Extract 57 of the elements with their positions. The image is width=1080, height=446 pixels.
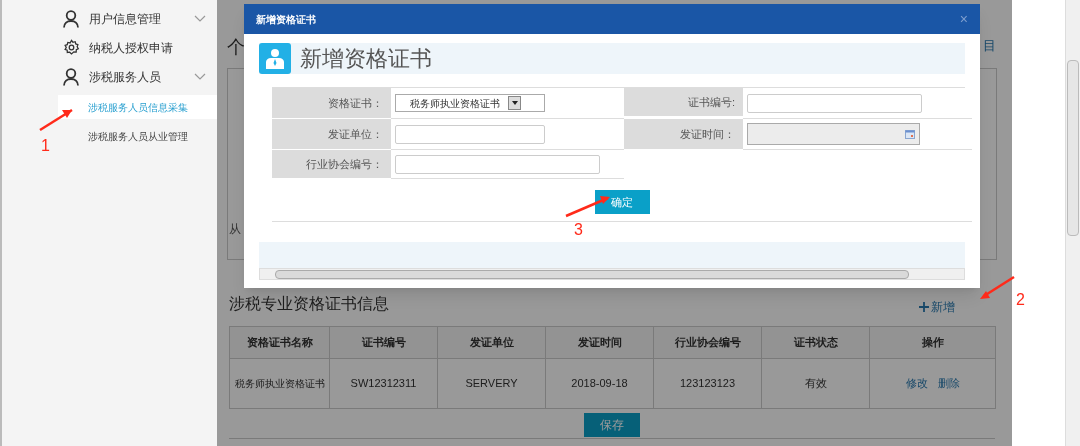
field-label: 发证单位： <box>328 126 383 142</box>
table-cell: SW12312311 <box>329 358 438 409</box>
chevron-down-icon[interactable] <box>194 15 206 22</box>
gear-icon <box>63 39 80 56</box>
caret-icon <box>511 101 518 105</box>
field-label: 从 <box>229 221 241 238</box>
sidebar-subitem[interactable]: 涉税服务人员信息采集 <box>58 95 217 119</box>
arrow-annotation <box>39 108 73 132</box>
scrollbar-thumb[interactable] <box>1067 60 1079 236</box>
action-link[interactable]: 修改 <box>905 375 928 392</box>
annotation-number: 3 <box>574 220 583 240</box>
input-field[interactable] <box>747 93 922 113</box>
sidebar-item[interactable]: 纳税人授权申请 <box>89 38 211 57</box>
column-header: 操作 <box>869 326 996 359</box>
select-field[interactable]: 税务师执业资格证书 <box>395 94 545 112</box>
column-header: 资格证书名称 <box>229 326 330 359</box>
section-heading: 个 <box>227 36 245 59</box>
person-icon <box>63 9 79 28</box>
sidebar-item[interactable]: 涉税服务人员 <box>89 67 194 86</box>
scrollbar[interactable] <box>1065 0 1080 446</box>
input-field[interactable] <box>395 154 600 174</box>
table-cell: SERVERY <box>437 358 546 409</box>
arrow-annotation <box>565 196 610 218</box>
user-badge-icon <box>259 43 291 74</box>
field-label: 资格证书： <box>328 95 383 111</box>
sidebar-subitem[interactable]: 涉税服务人员从业管理 <box>58 124 217 148</box>
chevron-down-icon[interactable] <box>194 73 206 80</box>
modal-title: 新增资格证书 <box>256 12 316 27</box>
action-link[interactable]: 删除 <box>937 375 960 392</box>
table-cell: 2018-09-18 <box>545 358 654 409</box>
sidebar-item[interactable]: 用户信息管理 <box>89 9 194 28</box>
table-cell: 税务师执业资格证书 <box>229 358 330 409</box>
input-field[interactable] <box>395 124 545 144</box>
close-button[interactable]: × <box>959 12 968 26</box>
table-cell: 有效 <box>761 358 870 409</box>
horizontal-scrollbar[interactable] <box>259 268 965 280</box>
column-header: 证书编号 <box>329 326 438 359</box>
field-label: 证书编号: <box>687 94 735 110</box>
column-header: 行业协会编号 <box>653 326 762 359</box>
field-label: 行业协会编号： <box>306 156 383 172</box>
section-title: 涉税专业资格证书信息 <box>229 294 389 314</box>
scrollbar-thumb[interactable] <box>275 270 909 279</box>
column-header: 发证单位 <box>437 326 546 359</box>
plus-icon <box>919 302 929 312</box>
field-label: 发证时间： <box>680 126 735 142</box>
confirm-button[interactable]: 确定 <box>594 190 650 214</box>
column-header: 发证时间 <box>545 326 654 359</box>
person-icon <box>63 67 79 86</box>
dialog-heading: 新增资格证书 <box>300 45 432 73</box>
save-button[interactable]: 保存 <box>584 413 640 437</box>
annotation-number: 2 <box>1016 290 1025 310</box>
add-link[interactable]: 新增 <box>919 298 955 316</box>
link-text[interactable]: 目 <box>983 36 996 56</box>
arrow-annotation <box>980 275 1015 299</box>
annotation-number: 1 <box>41 136 50 156</box>
table-cell: 123123123 <box>653 358 762 409</box>
column-header: 证书状态 <box>761 326 870 359</box>
